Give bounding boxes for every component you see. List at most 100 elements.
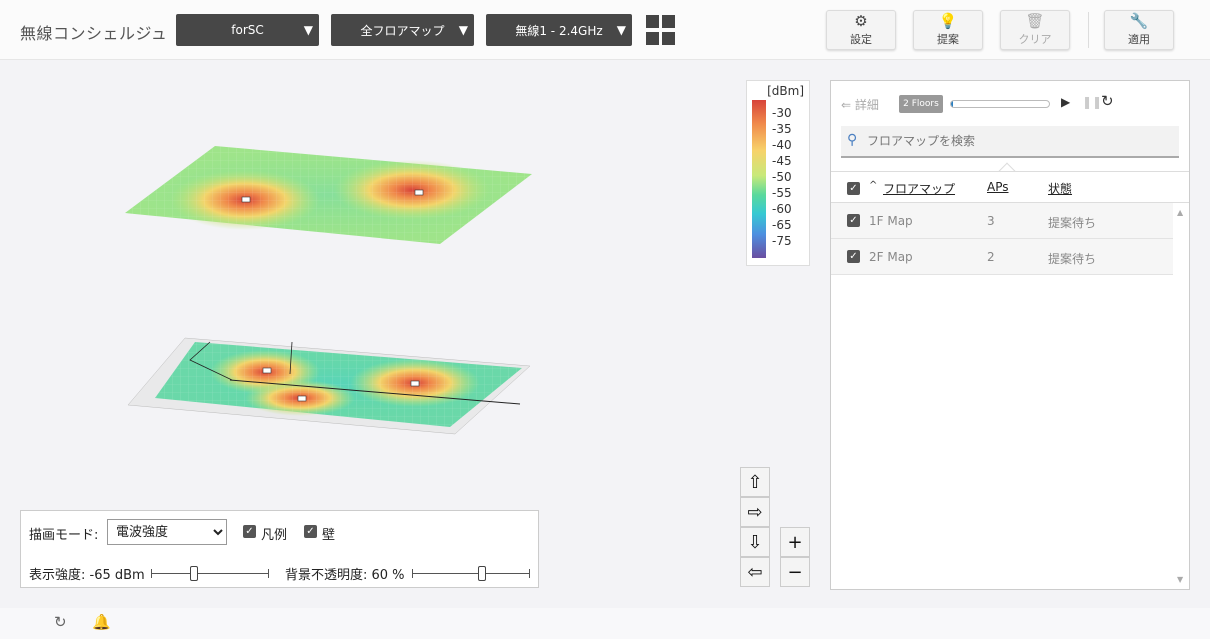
reload-icon[interactable]: ↻ <box>54 613 67 631</box>
search-icon: ⚲ <box>847 132 858 148</box>
chevron-down-icon: ▼ <box>303 23 313 37</box>
pan-right-button[interactable]: ⇨ <box>740 497 770 527</box>
legend-checkbox-label: 凡例 <box>261 528 288 543</box>
clear-button[interactable]: 🗑 クリア <box>1000 10 1070 50</box>
table-scrollbar[interactable]: ▲ ▼ <box>1173 203 1189 589</box>
legend-tick: -55 <box>772 186 792 200</box>
status-bar: ↻ 🔔 <box>0 608 1210 639</box>
site-dropdown[interactable]: forSC ▼ <box>176 14 319 46</box>
scroll-up-icon[interactable]: ▲ <box>1177 208 1183 217</box>
access-point-marker[interactable] <box>414 189 424 196</box>
legend-unit: [dBm] <box>767 84 804 98</box>
suggest-button[interactable]: 💡 提案 <box>913 10 983 50</box>
pause-icon[interactable]: ❚❚ <box>1082 95 1102 109</box>
column-aps[interactable]: APs <box>987 180 1009 194</box>
radio-dropdown-value: 無線1 - 2.4GHz <box>515 23 603 38</box>
zoom-out-button[interactable]: − <box>780 557 810 587</box>
floor-heatmap-view[interactable] <box>60 80 620 480</box>
row-ap-count: 2 <box>987 250 995 264</box>
arrow-down-icon: ⇩ <box>747 531 763 553</box>
pan-up-button[interactable]: ⇧ <box>740 467 770 497</box>
render-controls: 描画モード: 電波強度 ✓ 凡例 ✓ 壁 表示強度: -65 dBm 背景不透明… <box>20 510 539 588</box>
settings-button-label: 設定 <box>850 33 872 46</box>
table-header: ✓ ^ フロアマップ APs 状態 <box>831 171 1189 203</box>
apply-button[interactable]: 🔧 適用 <box>1104 10 1174 50</box>
arrow-left-icon: ⇦ <box>747 561 763 583</box>
legend-color-bar <box>752 100 766 258</box>
row-floor-name: 1F Map <box>869 214 913 228</box>
zoom-in-button[interactable]: + <box>780 527 810 557</box>
legend-ticks: -30 -35 -40 -45 -50 -55 -60 -65 -75 <box>772 105 792 249</box>
access-point-marker[interactable] <box>410 380 420 387</box>
draw-mode-label: 描画モード: <box>29 528 99 543</box>
header-bar: 無線コンシェルジュ forSC ▼ 全フロアマップ ▼ 無線1 - 2.4GHz… <box>0 0 1210 60</box>
radio-dropdown[interactable]: 無線1 - 2.4GHz ▼ <box>486 14 632 46</box>
wall-checkbox-label: 壁 <box>322 528 336 543</box>
row-checkbox[interactable]: ✓ <box>847 250 860 263</box>
sort-asc-icon[interactable]: ^ <box>869 180 877 191</box>
floor-list-panel: ⇐ 詳細 2 Floors ▶ ❚❚ ↻ ⚲ ✓ ^ フロアマップ APs 状態… <box>830 80 1190 590</box>
access-point-marker[interactable] <box>297 395 307 402</box>
column-status[interactable]: 状態 <box>1048 180 1072 197</box>
pan-left-button[interactable]: ⇦ <box>740 557 770 587</box>
table-row[interactable]: ✓ 1F Map 3 提案待ち <box>831 203 1173 239</box>
floor-2f-heatmap <box>125 146 532 244</box>
table-row[interactable]: ✓ 2F Map 2 提案待ち <box>831 239 1173 275</box>
row-floor-name: 2F Map <box>869 250 913 264</box>
legend-tick: -30 <box>772 106 792 120</box>
floors-count-badge: 2 Floors <box>899 95 943 113</box>
legend-tick: -40 <box>772 138 792 152</box>
bell-icon[interactable]: 🔔 <box>92 613 111 631</box>
row-checkbox[interactable]: ✓ <box>847 214 860 227</box>
detail-button-label: 詳細 <box>854 98 879 112</box>
layout-grid-icon[interactable] <box>646 15 676 45</box>
lightbulb-icon: 💡 <box>938 12 958 30</box>
progress-fill <box>951 101 953 107</box>
pan-down-button[interactable]: ⇩ <box>740 527 770 557</box>
wall-checkbox[interactable]: ✓ <box>304 525 317 538</box>
opacity-slider[interactable] <box>412 566 530 581</box>
legend-tick: -45 <box>772 154 792 168</box>
select-all-checkbox[interactable]: ✓ <box>847 182 860 195</box>
strength-slider-thumb[interactable] <box>190 566 198 581</box>
refresh-icon[interactable]: ↻ <box>1101 92 1114 110</box>
panel-toolbar: ⇐ 詳細 2 Floors ▶ ❚❚ ↻ <box>831 81 1189 127</box>
app-title: 無線コンシェルジュ <box>20 24 168 43</box>
collapse-left-icon: ⇐ <box>841 98 852 112</box>
legend-checkbox[interactable]: ✓ <box>243 525 256 538</box>
progress-bar <box>950 100 1050 108</box>
chevron-down-icon: ▼ <box>458 23 468 37</box>
plus-icon: + <box>787 531 803 553</box>
floor-dropdown[interactable]: 全フロアマップ ▼ <box>331 14 474 46</box>
opacity-slider-thumb[interactable] <box>478 566 486 581</box>
minus-icon: − <box>787 561 803 583</box>
access-point-marker[interactable] <box>262 367 272 374</box>
floor-search-input[interactable] <box>867 132 1167 150</box>
scroll-down-icon[interactable]: ▼ <box>1177 575 1183 584</box>
gears-icon: ⚙ <box>854 12 868 30</box>
floor-search-box: ⚲ <box>841 126 1179 158</box>
row-status: 提案待ち <box>1048 216 1097 230</box>
apply-button-label: 適用 <box>1128 33 1150 46</box>
toolbar-divider <box>1088 12 1089 48</box>
legend-tick: -75 <box>772 234 792 248</box>
floor-1f-heatmap <box>127 337 531 435</box>
signal-legend: [dBm] -30 -35 -40 -45 -50 -55 -60 -65 -7… <box>746 80 810 266</box>
clear-button-label: クリア <box>1018 33 1052 46</box>
column-floor-map[interactable]: フロアマップ <box>883 180 955 197</box>
floor-table: ✓ 1F Map 3 提案待ち ✓ 2F Map 2 提案待ち <box>831 203 1173 275</box>
arrow-right-icon: ⇨ <box>747 501 763 523</box>
trash-icon: 🗑 <box>1025 12 1045 30</box>
row-ap-count: 3 <box>987 214 995 228</box>
legend-tick: -65 <box>772 218 792 232</box>
settings-button[interactable]: ⚙ 設定 <box>826 10 896 50</box>
suggest-button-label: 提案 <box>937 33 959 46</box>
row-status: 提案待ち <box>1048 252 1097 266</box>
opacity-label: 背景不透明度: 60 % <box>285 568 405 583</box>
access-point-marker[interactable] <box>241 196 251 203</box>
draw-mode-select[interactable]: 電波強度 <box>107 519 227 545</box>
detail-button[interactable]: ⇐ 詳細 <box>841 96 879 113</box>
strength-label: 表示強度: -65 dBm <box>29 568 145 583</box>
strength-slider[interactable] <box>151 566 269 581</box>
play-icon[interactable]: ▶ <box>1061 95 1070 109</box>
